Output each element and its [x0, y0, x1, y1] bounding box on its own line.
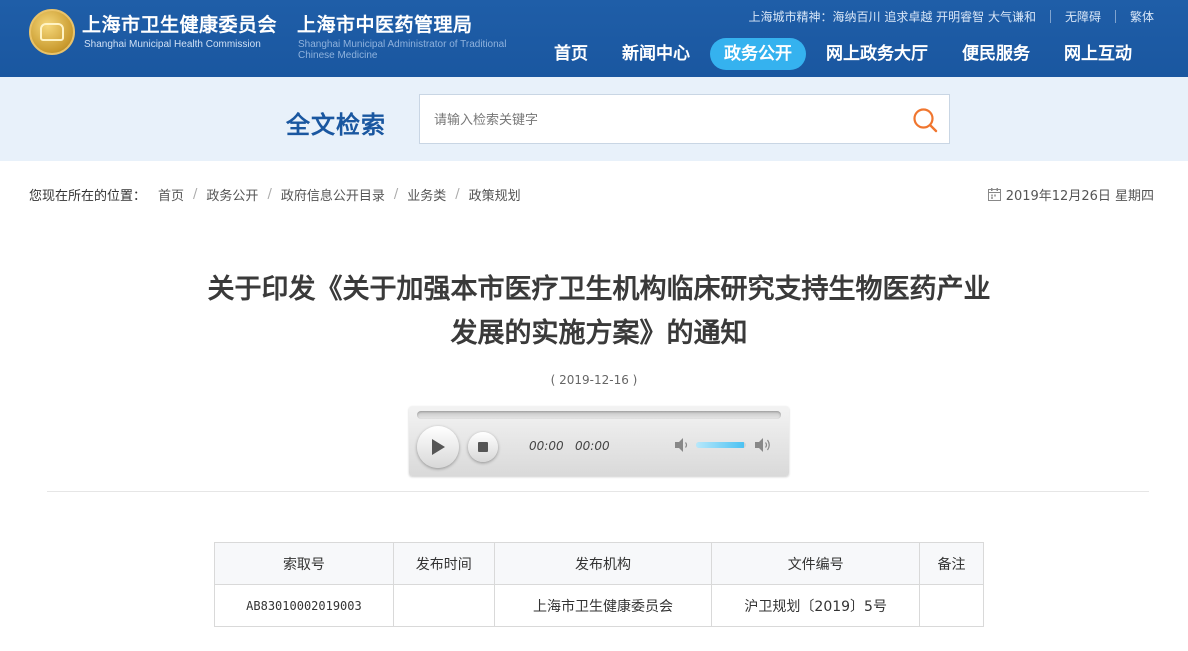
breadcrumb: 您现在所在的位置： 首页 / 政务公开 / 政府信息公开目录 / 业务类 / 政…	[29, 185, 521, 204]
current-date: 2019年12月26日 星期四	[987, 185, 1154, 204]
breadcrumb-item-directory[interactable]: 政府信息公开目录	[281, 185, 385, 204]
audio-progress-bar[interactable]	[417, 411, 781, 419]
top-utility-bar: 上海城市精神：海纳百川 追求卓越 开明睿智 大气谦和 无障碍 繁体	[749, 8, 1154, 25]
divider	[1114, 10, 1116, 23]
stop-icon	[478, 442, 488, 452]
breadcrumb-separator: /	[455, 187, 460, 202]
play-button[interactable]	[417, 426, 459, 468]
audio-player: 00:00 00:00	[409, 406, 789, 476]
volume-slider[interactable]	[696, 442, 746, 448]
table-header-cell: 索取号	[214, 542, 394, 585]
table-cell-publisher: 上海市卫生健康委员会	[493, 584, 713, 627]
table-header-row: 索取号 发布时间 发布机构 文件编号 备注	[214, 542, 984, 585]
city-spirit-text: 上海城市精神：海纳百川 追求卓越 开明睿智 大气谦和	[748, 10, 1036, 24]
nav-item-home[interactable]: 首页	[540, 38, 602, 70]
org2-name-cn[interactable]: 上海市中医药管理局	[297, 10, 473, 37]
table-header-cell: 发布时间	[392, 542, 495, 585]
duration-time: 00:00	[575, 439, 610, 453]
nav-item-public-services[interactable]: 便民服务	[948, 38, 1044, 70]
nav-item-gov-affairs[interactable]: 政务公开	[710, 38, 806, 70]
breadcrumb-item-gov-affairs[interactable]: 政务公开	[206, 185, 258, 204]
breadcrumb-separator: /	[193, 187, 198, 202]
breadcrumb-item-policy-planning[interactable]: 政策规划	[469, 185, 521, 204]
table-cell-remarks	[919, 584, 984, 627]
breadcrumb-lead: 您现在所在的位置：	[29, 189, 147, 204]
table-header-cell: 发布机构	[493, 542, 713, 585]
breadcrumb-separator: /	[393, 187, 399, 202]
emblem-logo[interactable]	[29, 9, 75, 55]
org1-name-cn[interactable]: 上海市卫生健康委员会	[82, 10, 277, 37]
volume-max-icon[interactable]	[753, 436, 773, 454]
date-text: 2019年12月26日 星期四	[1005, 189, 1154, 204]
article-title: 关于印发《关于加强本市医疗卫生机构临床研究支持生物医药产业 发展的实施方案》的通…	[140, 268, 1058, 356]
accessibility-link[interactable]: 无障碍	[1065, 8, 1101, 25]
table-cell-document-number: 沪卫规划〔2019〕5号	[711, 584, 921, 627]
divider	[1049, 10, 1051, 23]
article-title-line1: 关于印发《关于加强本市医疗卫生机构临床研究支持生物医药产业	[207, 274, 991, 305]
breadcrumb-item-business[interactable]: 业务类	[407, 185, 446, 204]
nav-item-news[interactable]: 新闻中心	[608, 38, 704, 70]
search-box	[419, 94, 950, 144]
nav-item-interaction[interactable]: 网上互动	[1050, 38, 1146, 70]
main-nav: 首页 新闻中心 政务公开 网上政务大厅 便民服务 网上互动	[540, 38, 1152, 70]
volume-level	[696, 442, 744, 448]
article-title-line2: 发展的实施方案》的通知	[450, 318, 748, 349]
document-meta-table: 索取号 发布时间 发布机构 文件编号 备注 AB83010002019003 上…	[214, 542, 984, 627]
calendar-icon	[987, 188, 1001, 201]
site-header: 上海市卫生健康委员会 Shanghai Municipal Health Com…	[0, 0, 1188, 77]
traditional-chinese-link[interactable]: 繁体	[1130, 8, 1154, 25]
table-cell-index-number: AB83010002019003	[214, 584, 394, 627]
org1-name-en: Shanghai Municipal Health Commission	[84, 39, 261, 50]
breadcrumb-item-home[interactable]: 首页	[158, 185, 184, 204]
table-row: AB83010002019003 上海市卫生健康委员会 沪卫规划〔2019〕5号	[214, 584, 984, 627]
search-icon[interactable]	[911, 106, 939, 134]
publish-date: ( 2019-12-16 )	[550, 373, 638, 387]
org2-name-en: Shanghai Municipal Administrator of Trad…	[298, 39, 507, 61]
table-header-cell: 文件编号	[711, 542, 921, 585]
breadcrumb-separator: /	[267, 187, 272, 202]
content-divider	[47, 491, 1149, 492]
search-title: 全文检索	[286, 111, 386, 139]
table-cell-publish-time	[392, 584, 495, 627]
current-time: 00:00	[529, 439, 564, 453]
mute-icon[interactable]	[673, 436, 691, 454]
search-input[interactable]	[434, 109, 894, 131]
play-icon	[432, 439, 445, 455]
table-header-cell: 备注	[919, 542, 984, 585]
nav-item-online-services[interactable]: 网上政务大厅	[812, 38, 942, 70]
stop-button[interactable]	[468, 432, 498, 462]
